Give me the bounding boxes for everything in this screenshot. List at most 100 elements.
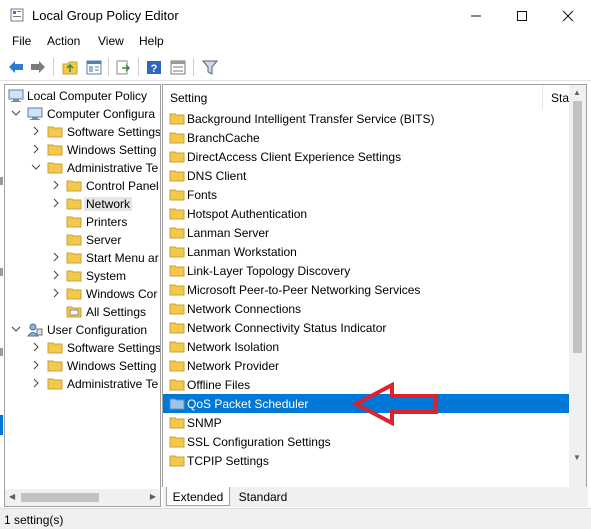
- toolbar-separator: [108, 58, 109, 76]
- tree-horizontal-scrollbar[interactable]: ◀ ▶: [5, 489, 160, 506]
- list-item[interactable]: DirectAccess Client Experience Settings: [163, 147, 571, 166]
- tab-extended[interactable]: Extended: [166, 487, 230, 506]
- tree-item-label: Administrative Te: [67, 377, 159, 391]
- tree-item-user-configuration[interactable]: User Configuration: [5, 321, 160, 339]
- folder-icon: [169, 284, 185, 296]
- list-item[interactable]: Network Provider: [163, 356, 571, 375]
- scroll-right-icon[interactable]: ▶: [150, 492, 156, 501]
- tree-item-user-windows-settings[interactable]: Windows Setting: [5, 357, 160, 375]
- list-item[interactable]: Network Connections: [163, 299, 571, 318]
- folder-icon: [47, 342, 63, 354]
- close-button[interactable]: [545, 0, 591, 31]
- list-item[interactable]: Network Connectivity Status Indicator: [163, 318, 571, 337]
- scroll-left-icon[interactable]: ◀: [9, 492, 15, 501]
- menu-help[interactable]: Help: [139, 34, 164, 48]
- folder-icon: [169, 132, 185, 144]
- list-item[interactable]: Network Isolation: [163, 337, 571, 356]
- menu-view[interactable]: View: [98, 34, 124, 48]
- tree-item-software-settings[interactable]: Software Settings: [5, 123, 160, 141]
- folder-icon: [169, 265, 185, 277]
- properties-button[interactable]: [168, 57, 188, 77]
- list-item[interactable]: Hotspot Authentication: [163, 204, 571, 223]
- minimize-button[interactable]: [453, 0, 499, 31]
- folder-icon: [169, 246, 185, 258]
- chevron-right-icon[interactable]: [51, 269, 61, 281]
- tree-item-computer-configuration[interactable]: Computer Configura: [5, 105, 160, 123]
- list-vertical-scrollbar[interactable]: ▲ ▼: [569, 85, 586, 487]
- tree-item-printers[interactable]: Printers: [5, 213, 160, 231]
- list-item-label: Fonts: [187, 188, 218, 202]
- help-button[interactable]: ?: [144, 57, 164, 77]
- list-item-label: Background Intelligent Transfer Service …: [187, 112, 435, 126]
- list-item[interactable]: Microsoft Peer-to-Peer Networking Servic…: [163, 280, 571, 299]
- tree-item-label: Software Settings: [67, 125, 161, 139]
- scrollbar-thumb[interactable]: [21, 493, 99, 502]
- tree-item-windows-components[interactable]: Windows Cor: [5, 285, 160, 303]
- tab-standard[interactable]: Standard: [233, 487, 293, 506]
- tree-pane[interactable]: Local Computer Policy Computer Configura…: [4, 84, 161, 507]
- folder-icon: [47, 162, 63, 174]
- chevron-right-icon[interactable]: [31, 377, 41, 389]
- tree-item-user-software-settings[interactable]: Software Settings: [5, 339, 160, 357]
- menu-action[interactable]: Action: [47, 34, 80, 48]
- column-setting-header[interactable]: Setting: [170, 91, 207, 105]
- tree-item-system[interactable]: System: [5, 267, 160, 285]
- tree-item-server[interactable]: Server: [5, 231, 160, 249]
- chevron-right-icon[interactable]: [51, 251, 61, 263]
- list-item[interactable]: DNS Client: [163, 166, 571, 185]
- edge-mark: [0, 348, 3, 356]
- tree-item-all-settings[interactable]: All Settings: [5, 303, 160, 321]
- folder-icon: [66, 270, 82, 282]
- list-item[interactable]: TCPIP Settings: [163, 451, 571, 470]
- tree-item-windows-settings[interactable]: Windows Setting: [5, 141, 160, 159]
- folder-icon: [169, 208, 185, 220]
- chevron-down-icon[interactable]: [31, 161, 41, 173]
- chevron-right-icon[interactable]: [31, 341, 41, 353]
- list-item[interactable]: BranchCache: [163, 128, 571, 147]
- tree-item-label: Windows Setting: [67, 359, 157, 373]
- list-item[interactable]: Lanman Workstation: [163, 242, 571, 261]
- tree-item-label: Network: [84, 197, 133, 211]
- scroll-down-icon[interactable]: ▼: [573, 453, 581, 462]
- export-list-button[interactable]: [114, 57, 134, 77]
- chevron-down-icon[interactable]: [11, 323, 21, 335]
- tree-item-user-administrative-templates[interactable]: Administrative Te: [5, 375, 160, 393]
- filter-button[interactable]: [200, 57, 220, 77]
- maximize-button[interactable]: [499, 0, 545, 31]
- folder-icon: [47, 144, 63, 156]
- toolbar-separator: [53, 58, 54, 76]
- column-divider[interactable]: [542, 85, 543, 109]
- svg-text:?: ?: [151, 63, 158, 75]
- back-button[interactable]: [6, 57, 26, 77]
- up-folder-button[interactable]: [60, 57, 80, 77]
- forward-button[interactable]: [28, 57, 48, 77]
- tree-item-start-menu[interactable]: Start Menu ar: [5, 249, 160, 267]
- chevron-right-icon[interactable]: [31, 143, 41, 155]
- settings-list-pane[interactable]: Setting Stat Background Intelligent Tran…: [162, 84, 587, 487]
- chevron-right-icon[interactable]: [51, 287, 61, 299]
- tree-item-network[interactable]: Network: [5, 195, 160, 213]
- filter-icon: [202, 60, 218, 75]
- chevron-right-icon[interactable]: [31, 359, 41, 371]
- scrollbar-thumb[interactable]: [573, 101, 582, 353]
- list-item[interactable]: Fonts: [163, 185, 571, 204]
- list-item[interactable]: Link-Layer Topology Discovery: [163, 261, 571, 280]
- list-item[interactable]: Lanman Server: [163, 223, 571, 242]
- chevron-down-icon[interactable]: [11, 107, 21, 119]
- scroll-up-icon[interactable]: ▲: [573, 88, 581, 97]
- show-hide-tree-button[interactable]: [84, 57, 104, 77]
- chevron-right-icon[interactable]: [51, 197, 61, 209]
- tree-item-administrative-templates[interactable]: Administrative Te: [5, 159, 160, 177]
- list-item[interactable]: SSL Configuration Settings: [163, 432, 571, 451]
- folder-icon: [47, 360, 63, 372]
- chevron-right-icon[interactable]: [31, 125, 41, 137]
- folder-icon: [66, 252, 82, 264]
- tree-item-label: Computer Configura: [47, 107, 156, 121]
- list-item[interactable]: Background Intelligent Transfer Service …: [163, 109, 571, 128]
- column-header: Setting Stat: [163, 85, 572, 109]
- tree-item-local-computer-policy[interactable]: Local Computer Policy: [5, 87, 160, 105]
- chevron-right-icon[interactable]: [51, 179, 61, 191]
- list-item-label: Network Provider: [187, 359, 280, 373]
- menu-file[interactable]: File: [12, 34, 31, 48]
- tree-item-control-panel[interactable]: Control Panel: [5, 177, 160, 195]
